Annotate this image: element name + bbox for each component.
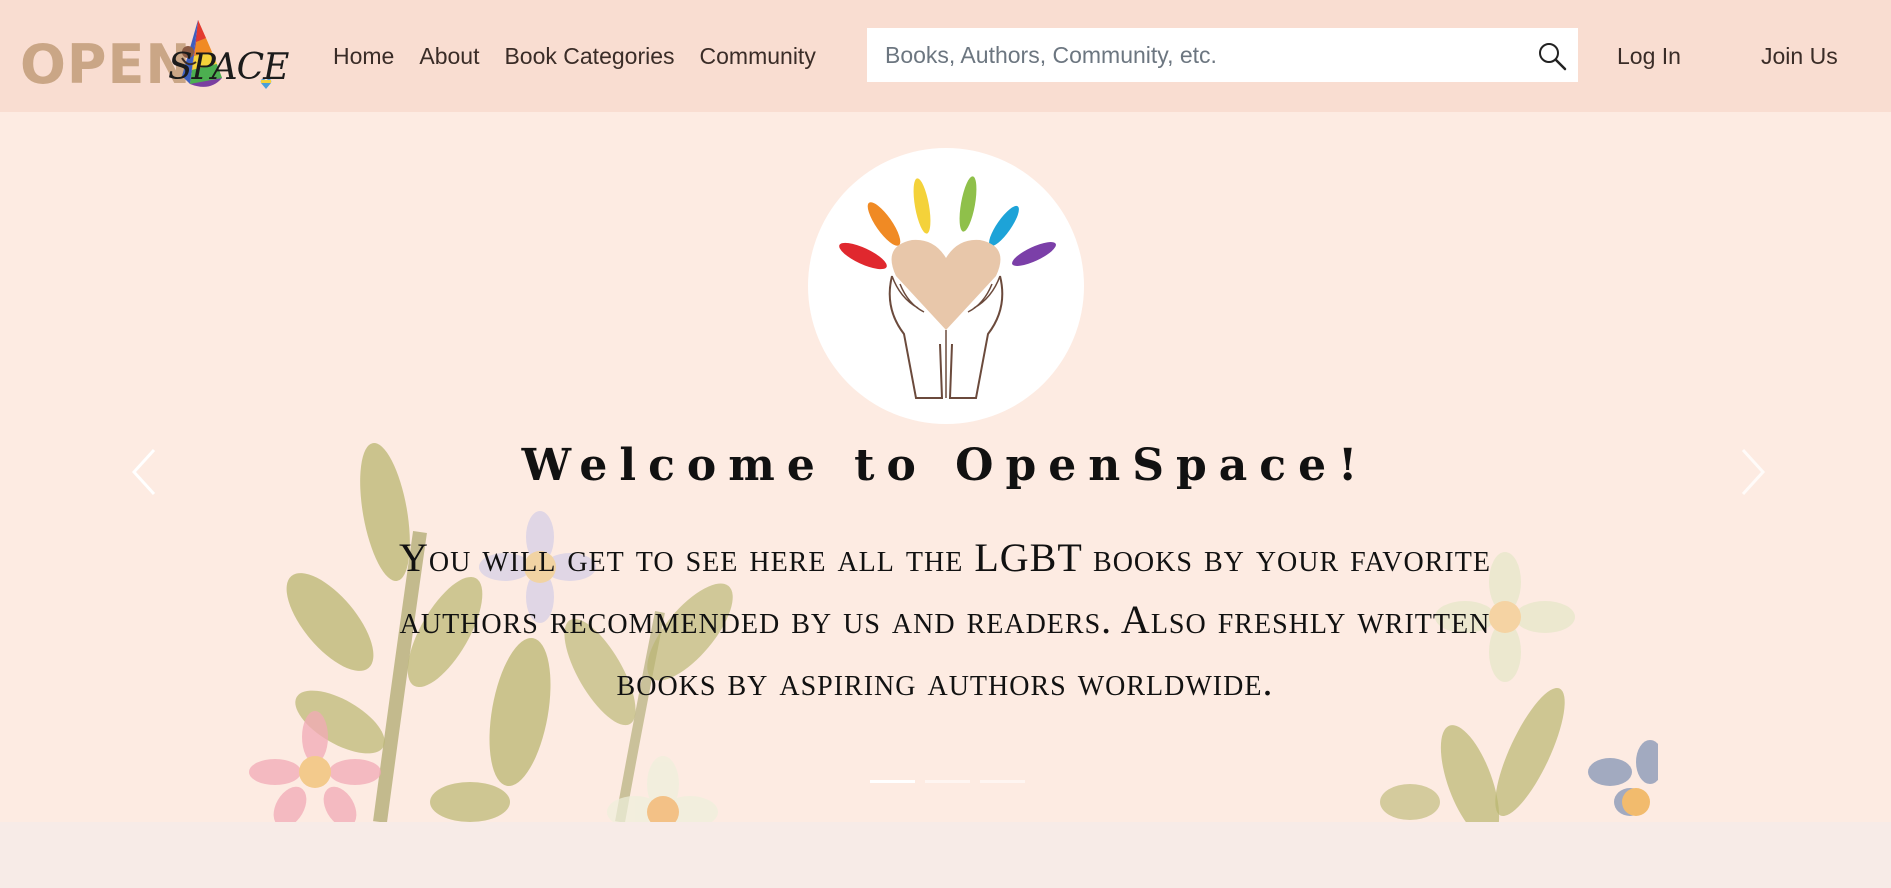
nav-home[interactable]: Home: [333, 43, 394, 70]
carousel-indicator-1[interactable]: [870, 780, 915, 783]
nav-book-categories[interactable]: Book Categories: [504, 43, 674, 70]
chevron-left-icon[interactable]: [124, 442, 164, 502]
search-bar: [867, 28, 1578, 82]
search-input[interactable]: [867, 28, 1507, 82]
navbar: OPEN SPACE Home About Book Categories Co…: [0, 0, 1891, 112]
hero-description: You will get to see here all the LGBT bo…: [399, 535, 1491, 704]
main-nav: Home About Book Categories Community: [333, 0, 816, 112]
search-icon[interactable]: [1536, 40, 1568, 72]
hero-emblem: [808, 148, 1084, 424]
carousel-indicators: [870, 780, 1025, 783]
nav-about[interactable]: About: [419, 43, 479, 70]
brand-logo[interactable]: OPEN SPACE: [20, 16, 289, 96]
hero-carousel: Welcome to OpenSpace! You will get to se…: [0, 112, 1891, 822]
carousel-indicator-3[interactable]: [980, 780, 1025, 783]
join-us-link[interactable]: Join Us: [1761, 0, 1838, 112]
carousel-indicator-2[interactable]: [925, 780, 970, 783]
nav-community[interactable]: Community: [700, 43, 816, 70]
heart-dot-icon: [260, 79, 272, 89]
chevron-right-icon[interactable]: [1733, 442, 1773, 502]
hands-holding-heart-icon: [839, 176, 1056, 399]
page-content-start: [0, 822, 1891, 888]
hero-title: Welcome to OpenSpace!: [521, 440, 1370, 491]
login-link[interactable]: Log In: [1617, 0, 1681, 112]
logo-open-text: OPEN: [20, 33, 192, 96]
